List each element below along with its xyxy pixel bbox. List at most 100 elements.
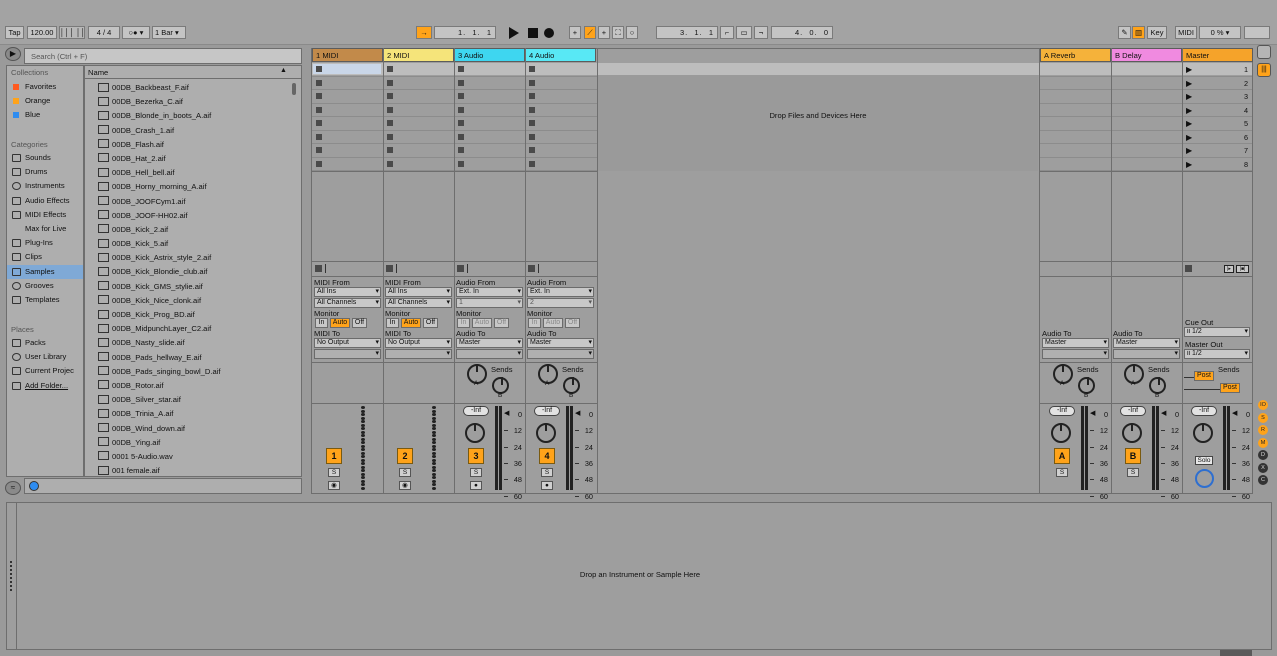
track-activator-button[interactable]: 4 — [539, 448, 555, 464]
scene-launch-icon[interactable]: ▶ — [1186, 160, 1192, 169]
solo-button[interactable]: S — [328, 468, 340, 477]
return-output-select[interactable]: Master — [1113, 338, 1180, 348]
solo-button[interactable]: S — [541, 468, 553, 477]
capture-button[interactable]: ⛶ — [612, 26, 624, 39]
place-packs[interactable]: Packs — [7, 336, 83, 350]
monitor-auto-button[interactable]: Auto — [543, 318, 563, 328]
file-item[interactable]: 00DB_Kick_Astrix_style_2.aif — [85, 251, 291, 265]
return-output-channel-select[interactable] — [1113, 349, 1180, 359]
input-type-select[interactable]: Ext. In — [527, 287, 594, 297]
add-folder-link[interactable]: Add Folder... — [7, 379, 83, 393]
preview-toggle-icon[interactable] — [29, 481, 39, 491]
clip-slot[interactable] — [458, 133, 464, 140]
input-type-select[interactable]: All Ins — [314, 287, 381, 297]
monitor-in-button[interactable]: In — [315, 318, 328, 328]
input-type-select[interactable]: Ext. In — [456, 287, 523, 297]
track-header-4-audio[interactable]: 4 Audio — [525, 48, 596, 62]
loop-start-field[interactable]: 3. 1. 1 — [656, 26, 718, 39]
clip-stop-button[interactable] — [457, 265, 464, 272]
file-list-scrollbar[interactable] — [292, 83, 296, 95]
monitor-auto-button[interactable]: Auto — [401, 318, 421, 328]
monitor-in-button[interactable]: In — [386, 318, 399, 328]
scene-number[interactable]: 2 — [1238, 77, 1248, 90]
master-stop-button[interactable] — [1185, 265, 1192, 272]
volume-fader-icon[interactable]: ◀ — [1161, 409, 1166, 417]
cue-out-select[interactable]: ii 1/2 — [1184, 327, 1250, 337]
track-activator-button[interactable]: 3 — [468, 448, 484, 464]
clip-slot[interactable] — [316, 93, 322, 99]
clip-slot[interactable] — [316, 160, 322, 167]
file-item[interactable]: 00DB_Kick_5.aif — [85, 237, 291, 251]
nudge-buttons[interactable]: │││ ││ — [59, 26, 85, 39]
volume-fader-icon[interactable]: ◀ — [1232, 409, 1237, 417]
scene-number[interactable]: 5 — [1238, 117, 1248, 130]
monitor-in-button[interactable]: In — [528, 318, 541, 328]
solo-button[interactable]: S — [470, 468, 482, 477]
punch-in-button[interactable]: ⌐ — [720, 26, 734, 39]
collection-orange[interactable]: Orange — [7, 94, 83, 108]
category-midi-effects[interactable]: MIDI Effects — [7, 208, 83, 222]
category-drums[interactable]: Drums — [7, 165, 83, 179]
mixer-toggle-c-button[interactable]: C — [1258, 475, 1268, 485]
input-channel-select[interactable]: 1 — [456, 298, 523, 308]
track-activator-button[interactable]: B — [1125, 448, 1141, 464]
loop-switch-icon[interactable]: ▭ — [736, 26, 752, 39]
scene-number[interactable]: 6 — [1238, 131, 1248, 144]
clip-stop-button[interactable] — [315, 265, 322, 272]
monitor-auto-button[interactable]: Auto — [472, 318, 492, 328]
solo-button[interactable]: S — [1127, 468, 1139, 477]
file-item[interactable]: 00DB_Pads_hellway_E.aif — [85, 351, 291, 365]
collection-favorites[interactable]: Favorites — [7, 80, 83, 94]
time-signature-field[interactable]: 4 / 4 — [88, 26, 120, 39]
clip-slot[interactable] — [387, 160, 393, 167]
clip-slot[interactable] — [316, 106, 322, 113]
clip-slot[interactable] — [458, 120, 464, 126]
automation-arm-button[interactable]: ⟋ — [584, 26, 596, 39]
file-list-header[interactable]: Name ▲ — [85, 66, 301, 79]
track-header-2-midi[interactable]: 2 MIDI — [383, 48, 454, 62]
return-output-channel-select[interactable] — [1042, 349, 1109, 359]
file-item[interactable]: 00DB_Kick_Blondie_club.aif — [85, 265, 291, 279]
clip-slot[interactable] — [387, 147, 393, 153]
stop-icon[interactable] — [528, 28, 538, 38]
arrangement-position-field[interactable]: 1. 1. 1 — [434, 26, 496, 39]
track-activator-button[interactable]: A — [1054, 448, 1070, 464]
monitor-off-button[interactable]: Off — [423, 318, 438, 328]
volume-fader-icon[interactable]: ◀ — [504, 409, 509, 417]
scene-launch-icon[interactable]: ▶ — [1186, 79, 1192, 88]
sort-ascending-icon[interactable]: ▲ — [280, 67, 287, 74]
file-item[interactable]: 00DB_Kick_GMS_stylie.aif — [85, 280, 291, 294]
scene-launch-icon[interactable]: ▶ — [1186, 106, 1192, 115]
clip-slot[interactable] — [458, 79, 464, 86]
clip-slot[interactable] — [387, 93, 393, 99]
file-item[interactable]: 00DB_Crash_1.aif — [85, 124, 291, 138]
output-type-select[interactable]: No Output — [385, 338, 452, 348]
category-audio-effects[interactable]: Audio Effects — [7, 194, 83, 208]
tempo-field[interactable]: 120.00 — [27, 26, 57, 39]
tap-tempo-button[interactable]: Tap — [5, 26, 24, 39]
draw-mode-icon[interactable]: ✎ — [1118, 26, 1131, 39]
detail-toggle-icon[interactable] — [1257, 45, 1271, 59]
pan-knob[interactable] — [1122, 423, 1142, 443]
selected-clip-slot[interactable] — [313, 64, 381, 74]
clip-slot[interactable] — [529, 79, 535, 86]
clip-slot[interactable] — [529, 106, 535, 113]
input-channel-select[interactable]: All Channels — [314, 298, 381, 308]
scene-number[interactable]: 3 — [1238, 90, 1248, 103]
category-plug-ins[interactable]: Plug-Ins — [7, 236, 83, 250]
scene-launch-icon[interactable]: ▶ — [1186, 133, 1192, 142]
file-item[interactable]: 00DB_Hat_2.aif — [85, 152, 291, 166]
metronome-button[interactable]: ○● ▾ — [122, 26, 150, 39]
category-grooves[interactable]: Grooves — [7, 279, 83, 293]
pan-knob[interactable] — [465, 423, 485, 443]
place-current-project[interactable]: Current Projec — [7, 364, 83, 378]
clip-slot[interactable] — [458, 93, 464, 99]
monitor-auto-button[interactable]: Auto — [330, 318, 350, 328]
scene-number[interactable]: 4 — [1238, 104, 1248, 117]
post-button-b[interactable]: Post — [1220, 383, 1240, 393]
category-samples[interactable]: Samples — [7, 264, 83, 279]
track-header-1-midi[interactable]: 1 MIDI — [312, 48, 383, 62]
computer-midi-keyboard-icon[interactable]: ▥ — [1132, 26, 1145, 39]
clip-slot[interactable] — [529, 93, 535, 99]
return-header-a-reverb[interactable]: A Reverb — [1040, 48, 1111, 62]
